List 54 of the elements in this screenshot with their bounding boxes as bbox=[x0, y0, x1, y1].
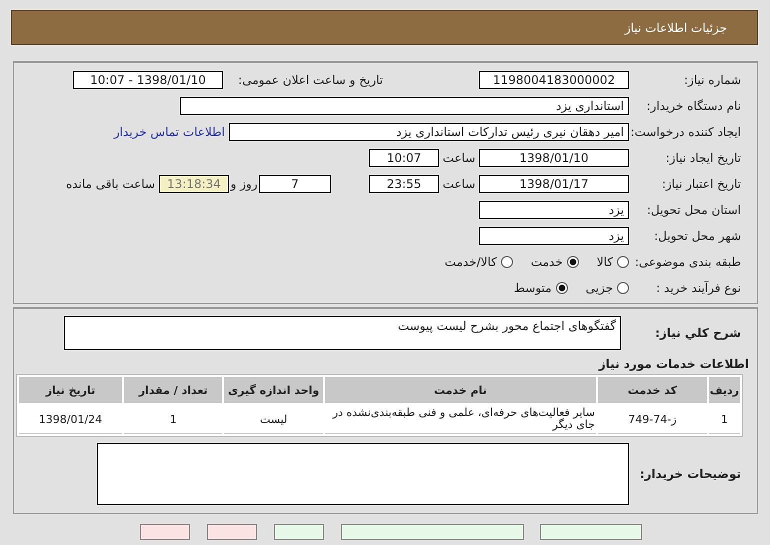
column-header: ردیف bbox=[708, 377, 740, 403]
bottom-button[interactable] bbox=[540, 524, 642, 540]
province-field: یزد bbox=[479, 201, 629, 219]
field-label: روز و bbox=[229, 177, 258, 191]
time-field: 10:07 bbox=[369, 149, 439, 167]
field-label: ایجاد کننده درخواست: bbox=[629, 125, 742, 139]
column-header: تعداد / مقدار bbox=[124, 377, 222, 403]
city-field: یزد bbox=[479, 227, 629, 245]
bottom-button[interactable] bbox=[140, 524, 190, 540]
date-field: 1398/01/10 bbox=[479, 149, 629, 167]
requester-field: امیر دهقان نیری رئیس تدارکات استانداری یزد bbox=[229, 123, 629, 141]
time-field: 23:55 bbox=[369, 175, 439, 193]
column-header: نام خدمت bbox=[324, 377, 596, 403]
radio-icon[interactable] bbox=[500, 256, 513, 268]
field-label: ساعت bbox=[442, 177, 476, 191]
radio-icon[interactable] bbox=[556, 282, 568, 294]
remaining-time-field: 13:18:34 bbox=[159, 175, 229, 193]
field-label: نوع فرآیند خرید : bbox=[655, 281, 742, 295]
announce-date-field: 1398/01/10 - 10:07 bbox=[73, 71, 223, 89]
radio-option[interactable]: جزیی bbox=[586, 281, 629, 295]
column-header: واحد اندازه گیری bbox=[224, 377, 323, 403]
radio-icon[interactable] bbox=[617, 256, 629, 268]
bottom-button[interactable] bbox=[207, 524, 257, 540]
radio-option[interactable]: خدمت bbox=[530, 255, 579, 269]
radio-option[interactable]: کالا bbox=[596, 255, 629, 269]
summary-field: گفتگوهای اجتماع محور بشرح لیست پیوست bbox=[64, 316, 621, 350]
field-label: تاریخ ایجاد نیاز: bbox=[664, 151, 742, 165]
section-title: اطلاعات خدمات مورد نیاز bbox=[597, 356, 750, 373]
page-title: جزئیات اطلاعات نیاز bbox=[624, 20, 727, 34]
table-cell: سایر فعالیت‌های حرفه‌ای، علمی و فنی طبقه‌بندی‌نشده در جای دیگر bbox=[324, 405, 596, 434]
column-header: کد خدمت bbox=[598, 377, 707, 403]
field-label: استان محل تحویل: bbox=[646, 203, 742, 217]
buyer-org-field: استانداری یزد bbox=[180, 97, 629, 115]
bottom-button[interactable] bbox=[274, 524, 324, 540]
field-label: شهر محل تحویل: bbox=[653, 229, 742, 243]
need-number-field: 1198004183000002 bbox=[479, 71, 629, 89]
radio-icon[interactable] bbox=[617, 282, 629, 294]
field-label: شرح کلي نياز: bbox=[654, 326, 742, 340]
radio-option[interactable]: کالا/خدمت bbox=[444, 255, 513, 269]
field-label: تاریخ اعتبار نیاز: bbox=[660, 177, 742, 191]
field-label: تاریخ و ساعت اعلان عمومی: bbox=[237, 73, 383, 87]
field-label: ساعت bbox=[442, 151, 476, 165]
radio-icon[interactable] bbox=[566, 256, 579, 268]
column-header: تاریخ نیاز bbox=[19, 377, 122, 403]
field-label: ساعت باقی مانده bbox=[66, 177, 155, 191]
field-label: نام دستگاه خریدار: bbox=[646, 99, 742, 113]
field-label: شماره نیاز: bbox=[683, 73, 742, 87]
contact-link[interactable]: اطلاعات تماس خریدار bbox=[114, 125, 225, 139]
days-field: 7 bbox=[259, 175, 331, 193]
field-label: توضیحات خریدار: bbox=[638, 467, 742, 481]
field-label: طبقه بندی موضوعی: bbox=[634, 255, 742, 269]
radio-option[interactable]: متوسط bbox=[514, 281, 568, 295]
date-field: 1398/01/17 bbox=[479, 175, 629, 193]
bottom-button[interactable] bbox=[341, 524, 524, 540]
